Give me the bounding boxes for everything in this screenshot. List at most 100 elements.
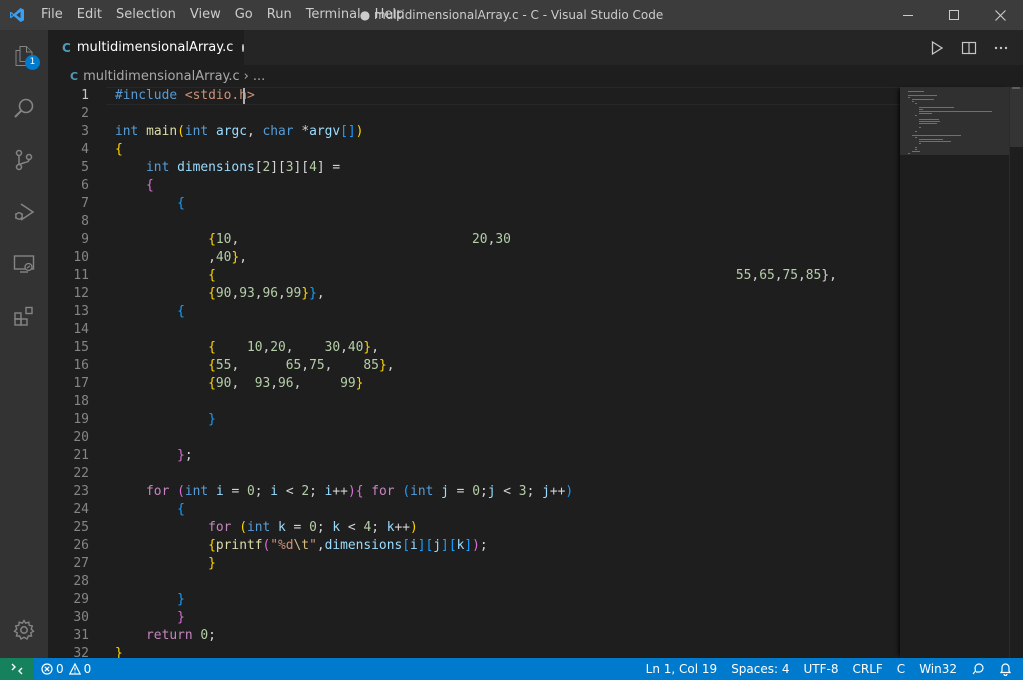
code-line: #include <stdio.h> <box>115 88 255 103</box>
line-number: 15 <box>73 340 89 355</box>
line-number: 20 <box>73 430 89 445</box>
menu-edit[interactable]: Edit <box>70 0 109 30</box>
maximize-button[interactable] <box>931 0 977 30</box>
gear-icon <box>13 619 35 640</box>
minimize-button[interactable] <box>885 0 931 30</box>
problems-indicator[interactable]: 0 0 <box>34 658 98 680</box>
line-number: 6 <box>81 178 89 193</box>
line-number: 27 <box>73 556 89 571</box>
notifications-button[interactable] <box>992 658 1019 680</box>
bell-icon <box>999 663 1012 676</box>
minimap-line <box>911 99 935 100</box>
minimap-line <box>911 151 920 152</box>
menu-selection[interactable]: Selection <box>109 0 183 30</box>
code-line: { <box>177 196 185 211</box>
line-number: 13 <box>73 304 89 319</box>
line-number: 28 <box>73 574 89 589</box>
line-number: 12 <box>73 286 89 301</box>
language-mode[interactable]: C <box>890 658 912 680</box>
line-number: 19 <box>73 412 89 427</box>
code-line: } <box>115 646 123 658</box>
minimap-line <box>918 127 921 128</box>
minimap[interactable] <box>900 87 1009 658</box>
scrollbar-thumb[interactable] <box>1010 87 1023 147</box>
menu-file[interactable]: File <box>34 0 70 30</box>
code-line: {90,93,96,99}}, <box>208 286 325 301</box>
code-line: int dimensions[2][3][4] = <box>146 160 341 175</box>
minimap-line <box>918 139 944 140</box>
minimap-line <box>915 149 918 150</box>
indentation[interactable]: Spaces: 4 <box>724 658 796 680</box>
tab-multidimensionalarray[interactable]: C multidimensionalArray.c <box>48 30 244 65</box>
unsaved-dot-icon[interactable] <box>242 43 244 52</box>
code-line: { 10,20, 30,40}, <box>208 340 379 355</box>
minimap-line <box>918 119 939 120</box>
minimap-line <box>915 147 918 148</box>
line-number: 8 <box>81 214 89 229</box>
text-cursor <box>242 88 245 104</box>
editor[interactable]: 1 2 3 4 5 6 7 8 9 10 11 12 13 14 15 16 17 18 19 20 21 22 23 24 2… <box>48 87 900 658</box>
line-number: 1 <box>81 88 89 103</box>
code-area[interactable]: #include <stdio.h> int main(int argc, ch… <box>115 87 837 658</box>
remote-indicator[interactable] <box>0 658 34 680</box>
run-file-button[interactable] <box>925 36 949 60</box>
code-line: for (int i = 0; i < 2; i++){ for (int j … <box>146 484 574 499</box>
source-control-button[interactable] <box>0 134 48 186</box>
extensions-button[interactable] <box>0 290 48 342</box>
cursor-position[interactable]: Ln 1, Col 19 <box>639 658 725 680</box>
explorer-button[interactable]: 1 <box>0 30 48 82</box>
line-number: 23 <box>73 484 89 499</box>
status-bar: 0 0 Ln 1, Col 19 Spaces: 4 UTF-8 CRLF C … <box>0 658 1023 680</box>
status-bar-right: Ln 1, Col 19 Spaces: 4 UTF-8 CRLF C Win3… <box>639 658 1019 680</box>
run-debug-button[interactable] <box>0 186 48 238</box>
line-number: 26 <box>73 538 89 553</box>
remote-explorer-button[interactable] <box>0 238 48 290</box>
minimap-line <box>918 113 933 114</box>
code-line: } <box>177 610 185 625</box>
error-count: 0 <box>56 662 64 676</box>
remote-explorer-icon <box>13 255 35 273</box>
minimap-line <box>908 153 910 154</box>
line-number: 11 <box>73 268 89 283</box>
minimap-line <box>908 95 937 96</box>
code-line: } <box>177 592 185 607</box>
search-view-button[interactable] <box>0 82 48 134</box>
more-actions-button[interactable] <box>989 36 1013 60</box>
end-of-line[interactable]: CRLF <box>845 658 889 680</box>
title-bar: File Edit Selection View Go Run Terminal… <box>0 0 1023 30</box>
minimap-line <box>918 123 937 124</box>
minimap-line <box>918 107 954 108</box>
vertical-scrollbar[interactable] <box>1009 87 1023 658</box>
close-icon <box>994 9 1006 21</box>
feedback-button[interactable] <box>964 658 992 680</box>
encoding[interactable]: UTF-8 <box>797 658 846 680</box>
minimap-slider[interactable] <box>900 87 1009 155</box>
menu-run[interactable]: Run <box>260 0 299 30</box>
code-line: { 55,65,75,85}, <box>208 268 837 283</box>
code-line: } <box>208 412 216 427</box>
menu-help[interactable]: Help <box>368 0 412 30</box>
manage-button[interactable] <box>0 604 48 656</box>
editor-actions <box>925 30 1013 65</box>
maximize-icon <box>949 10 959 20</box>
line-number: 32 <box>73 646 89 658</box>
chevron-right-icon: › <box>243 68 249 84</box>
code-line: }; <box>177 448 193 463</box>
menu-go[interactable]: Go <box>228 0 260 30</box>
platform-config[interactable]: Win32 <box>912 658 964 680</box>
split-editor-button[interactable] <box>957 36 981 60</box>
minimap-line <box>908 91 925 92</box>
breadcrumb-file[interactable]: multidimensionalArray.c <box>83 69 240 84</box>
source-control-icon <box>15 149 33 171</box>
window-controls <box>885 0 1023 30</box>
warning-icon <box>68 663 81 675</box>
breadcrumb-symbols[interactable]: ... <box>253 69 265 84</box>
feedback-icon <box>972 663 984 675</box>
menu-terminal[interactable]: Terminal <box>299 0 368 30</box>
close-button[interactable] <box>977 0 1023 30</box>
menu-view[interactable]: View <box>183 0 228 30</box>
